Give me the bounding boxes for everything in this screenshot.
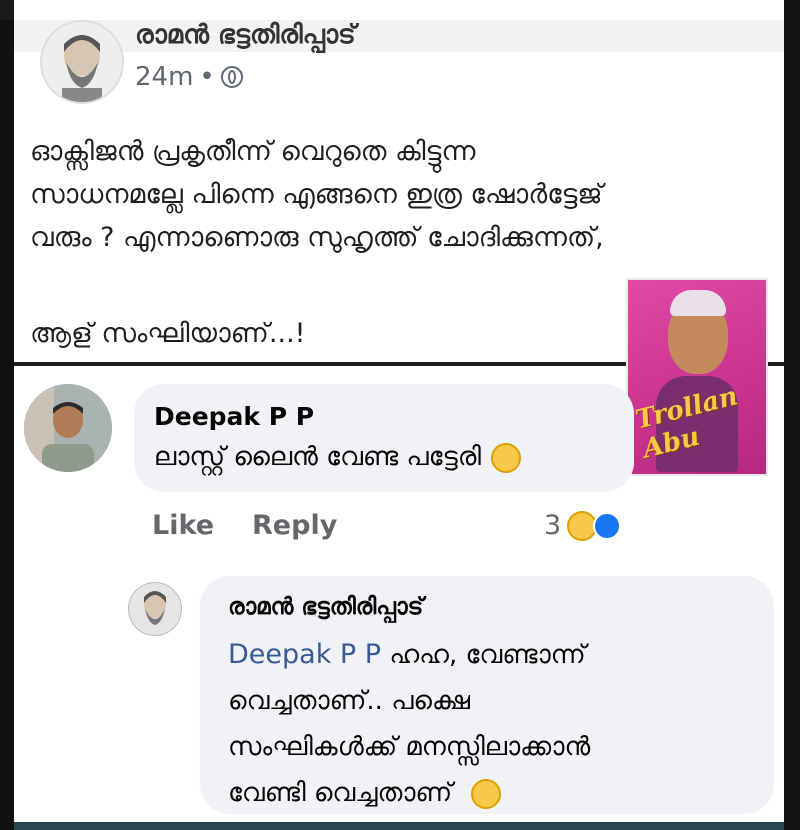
post-meta: 24m •	[135, 62, 243, 92]
reply-line-1-text: ഹഹ, വേണ്ടാന്ന്	[389, 640, 586, 670]
comment-actions: Like Reply	[152, 510, 337, 541]
post-time[interactable]: 24m	[135, 62, 193, 92]
reply-line-2: വെച്ചതാണ്.. പക്ഷെ	[228, 686, 470, 716]
post-line-1: ഓക്സിജൻ പ്രകൃതീന്ന് വെറുതെ കിട്ടുന്ന	[30, 136, 476, 167]
avatar-illustration-small	[144, 591, 166, 625]
post-author-name[interactable]: രാമൻ ഭട്ടതിരിപ്പാട്	[135, 20, 356, 51]
reply-text: Deepak P P ഹഹ, വേണ്ടാന്ന് വെച്ചതാണ്.. പക…	[228, 632, 728, 816]
mention-link[interactable]: Deepak P P	[228, 639, 381, 670]
grinning-emoji-icon	[490, 442, 521, 473]
trollan-abu-sticker: Trollan Abu	[626, 278, 768, 476]
reaction-summary[interactable]: 3	[544, 510, 622, 541]
sticker-cap	[670, 290, 726, 316]
comment-text: ലാസ്റ്റ് ലൈൻ വേണ്ട പട്ടേരി	[154, 442, 521, 473]
reaction-count: 3	[544, 510, 562, 541]
post-line-2: സാധനമല്ലേ പിന്നെ എങ്ങനെ ഇത്ര ഷോർട്ടേജ്	[30, 179, 603, 210]
reply-line-3: സംഘികൾക്ക് മനസ്സിലാക്കാൻ	[228, 732, 591, 762]
avatar-illustration	[42, 22, 122, 102]
bottom-edge-bar	[14, 822, 784, 830]
globe-icon	[220, 66, 243, 88]
tongue-emoji-icon	[470, 778, 501, 809]
post-body: ഓക്സിജൻ പ്രകൃതീന്ന് വെറുതെ കിട്ടുന്ന സാധ…	[30, 130, 770, 259]
like-button[interactable]: Like	[152, 510, 214, 541]
reply-button[interactable]: Reply	[252, 510, 337, 541]
comment-bubble-deepak: Deepak P P ലാസ്റ്റ് ലൈൻ വേണ്ട പട്ടേരി	[134, 384, 634, 492]
right-dark-edge	[784, 0, 800, 830]
post-author-avatar[interactable]	[40, 20, 124, 104]
comment-avatar-deepak[interactable]	[24, 384, 112, 472]
comment-text-content: ലാസ്റ്റ് ലൈൻ വേണ്ട പട്ടേരി	[154, 442, 481, 472]
post-last-line: ആള് സംഘിയാണ്...!	[30, 318, 306, 349]
reply-line-1: Deepak P P ഹഹ, വേണ്ടാന്ന്	[228, 632, 728, 678]
avatar-photo	[24, 384, 112, 472]
reply-line-4-text: വേണ്ടി വെച്ചതാണ്	[228, 778, 453, 808]
reply-line-4: വേണ്ടി വെച്ചതാണ്	[228, 770, 728, 816]
post-header-strip	[14, 20, 784, 52]
like-reaction-icon	[593, 511, 622, 540]
reply-author-avatar[interactable]	[128, 582, 182, 636]
comment-author-name[interactable]: Deepak P P	[154, 402, 314, 431]
reply-author-name[interactable]: രാമൻ ഭട്ടതിരിപ്പാട്	[228, 594, 423, 620]
reply-bubble: രാമൻ ഭട്ടതിരിപ്പാട് Deepak P P ഹഹ, വേണ്ട…	[200, 576, 774, 814]
post-line-3: വരും ? എന്നാണൊരു സുഹൃത്ത് ചോദിക്കുന്നത്,	[30, 222, 604, 253]
meta-separator: •	[199, 62, 215, 92]
